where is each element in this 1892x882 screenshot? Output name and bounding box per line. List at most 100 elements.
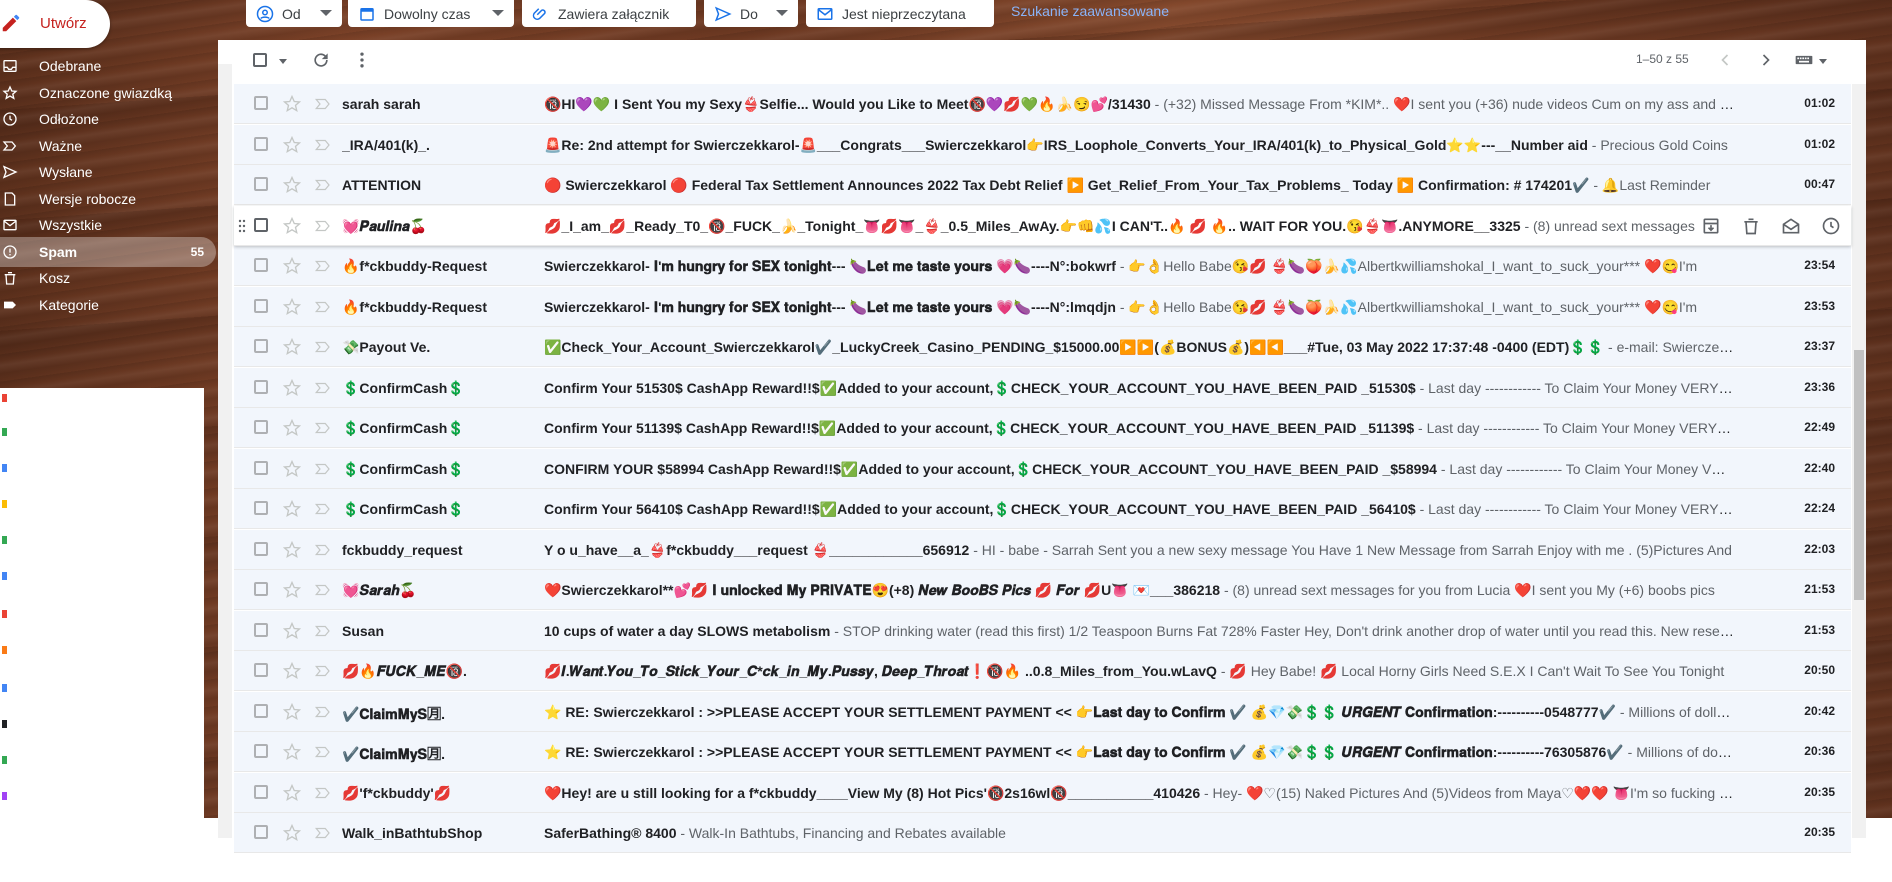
table-row[interactable]: 💓𝑷𝒂𝒖𝒍𝒊𝒏𝒂🍒 💋_I_am_💋_Ready_T0_🔞_FUCK_🍌_Toni… [234,205,1851,246]
table-row[interactable]: ✔️𝐂𝐥𝐚𝐢𝐦𝐌𝐲𝐒🈷. ⭐ RE: Swierczekkarol : >>PLE… [234,691,1851,732]
important-marker-icon[interactable] [314,379,332,397]
important-marker-icon[interactable] [314,176,332,194]
table-row[interactable]: 🔥f*ckbuddy-Request Swierczekkarol- 𝐈'𝐦 𝐡𝐮… [234,246,1851,286]
row-checkbox[interactable] [254,420,268,434]
filter-attachment-chip[interactable]: Zawiera załącznik [522,0,696,27]
sidebar-item-inbox[interactable]: Odebrane [0,51,216,81]
drag-handle-icon[interactable] [238,219,246,233]
table-row[interactable]: sarah sarah 🔞HI💜💚 I Sent You my Sexy👙Self… [234,84,1851,124]
row-checkbox[interactable] [254,744,268,758]
row-checkbox[interactable] [254,217,268,232]
table-row[interactable]: Walk_inBathtubShop SaferBathing® 8400 - W… [234,813,1851,853]
sidebar-item-send[interactable]: Wysłane [0,157,216,187]
filter-unread-chip[interactable]: Jest nieprzeczytana [806,0,994,27]
star-icon[interactable] [282,94,302,114]
important-marker-icon[interactable] [314,784,332,802]
row-checkbox[interactable] [254,96,268,110]
select-menu-chevron-icon[interactable] [279,59,287,64]
star-icon[interactable] [282,175,302,195]
table-row[interactable]: 💸Payout Ve. ✅Check_Your_Account_Swierczek… [234,327,1851,367]
more-vert-icon[interactable] [352,50,372,70]
delete-icon[interactable] [1741,216,1761,236]
important-marker-icon[interactable] [314,257,332,275]
star-icon[interactable] [282,297,302,317]
archive-icon[interactable] [1701,216,1721,236]
row-checkbox[interactable] [254,582,268,596]
row-checkbox[interactable] [254,622,268,637]
important-marker-icon[interactable] [314,824,332,842]
table-row[interactable]: _IRA/401(k)_. 🚨Re: 2nd attempt for Swierc… [234,124,1851,165]
table-row[interactable]: 💓𝑺𝒂𝒓𝒂𝒉🍒 ❤️Swierczekkarol**💕💋 𝐈 𝐮𝐧𝐥𝐨𝐜𝐤𝐞𝐝 𝐌… [234,570,1851,610]
snooze-icon[interactable] [1821,216,1841,236]
table-row[interactable]: 💲ConfirmCash💲 Confirm Your 51139$ CashApp… [234,408,1851,448]
star-icon[interactable] [282,702,302,722]
star-icon[interactable] [282,823,302,843]
star-icon[interactable] [282,499,302,519]
star-icon[interactable] [282,580,302,600]
star-icon[interactable] [282,621,302,641]
row-checkbox[interactable] [254,258,268,272]
important-marker-icon[interactable] [314,338,332,356]
table-row[interactable]: 💋'f*ckbuddy'💋 ❤️Hey! are u still looking … [234,772,1851,813]
important-marker-icon[interactable] [314,703,332,721]
right-scrollbar-thumb[interactable] [1854,350,1864,600]
row-checkbox[interactable] [254,379,268,394]
sidebar-item-trash[interactable]: Kosz [0,263,216,293]
advanced-search-link[interactable]: Szukanie zaawansowane [1011,3,1169,19]
filter-from-chip[interactable]: Od [246,0,342,27]
table-row[interactable]: fckbuddy_request Y o u_have__a_👙f*ckbuddy… [234,529,1851,570]
important-marker-icon[interactable] [314,541,332,559]
sidebar-item-label[interactable]: Kategorie [0,290,216,320]
star-icon[interactable] [282,135,302,155]
important-marker-icon[interactable] [314,95,332,113]
sidebar-item-clock[interactable]: Odłożone [0,104,216,134]
star-icon[interactable] [282,378,302,398]
star-icon[interactable] [282,256,302,276]
chevron-left-icon[interactable] [1715,50,1735,70]
table-row[interactable]: 💲ConfirmCash💲 CONFIRM YOUR $58994 CashApp… [234,448,1851,489]
important-marker-icon[interactable] [314,581,332,599]
important-marker-icon[interactable] [314,460,332,478]
input-tools-chevron-icon[interactable] [1819,59,1827,64]
row-checkbox[interactable] [254,663,268,677]
important-marker-icon[interactable] [314,500,332,518]
filter-time-chip[interactable]: Dowolny czas [348,0,514,27]
star-icon[interactable] [282,459,302,479]
row-checkbox[interactable] [254,339,268,353]
star-icon[interactable] [282,216,302,236]
table-row[interactable]: 🔥f*ckbuddy-Request Swierczekkarol- 𝐈'𝐦 𝐡𝐮… [234,286,1851,327]
table-row[interactable]: 💲ConfirmCash💲 Confirm Your 56410$ CashApp… [234,489,1851,529]
row-checkbox[interactable] [254,784,268,799]
row-checkbox[interactable] [254,703,268,718]
select-all-checkbox[interactable] [253,53,267,67]
row-checkbox[interactable] [254,298,268,313]
star-icon[interactable] [282,418,302,438]
row-checkbox[interactable] [254,541,268,556]
star-icon[interactable] [282,783,302,803]
chevron-right-icon[interactable] [1756,50,1776,70]
refresh-icon[interactable] [311,50,331,70]
row-checkbox[interactable] [254,501,268,515]
table-row[interactable]: 💲ConfirmCash💲 Confirm Your 51530$ CashApp… [234,367,1851,408]
row-checkbox[interactable] [254,825,268,839]
star-icon[interactable] [282,742,302,762]
filter-to-chip[interactable]: Do [704,0,798,27]
table-row[interactable]: ✔️𝐂𝐥𝐚𝐢𝐦𝐌𝐲𝐒🈷. ⭐ RE: Swierczekkarol : >>PLE… [234,732,1851,772]
important-marker-icon[interactable] [314,743,332,761]
sidebar-item-mail[interactable]: Wszystkie [0,210,216,240]
star-icon[interactable] [282,337,302,357]
keyboard-icon[interactable] [1794,50,1814,70]
important-marker-icon[interactable] [314,419,332,437]
table-row[interactable]: Susan 10 cups of water a day SLOWS metabo… [234,610,1851,651]
row-checkbox[interactable] [254,136,268,151]
important-marker-icon[interactable] [314,622,332,640]
star-icon[interactable] [282,540,302,560]
important-marker-icon[interactable] [314,298,332,316]
table-row[interactable]: 💋🔥𝑭𝑼𝑪𝑲_𝑴𝑬🔞. 💋𝑰.𝑾𝒂𝒏𝒕.𝒀𝒐𝒖_𝑻𝒐_𝑺𝒕𝒊𝒄𝒌_𝒀𝒐𝒖𝒓_𝑪*𝒄… [234,651,1851,691]
table-row[interactable]: ATTENTION 🔴 Swierczekkarol 🔴 Federal Tax … [234,165,1851,205]
compose-button[interactable]: Utwórz [0,0,110,48]
important-marker-icon[interactable] [314,217,332,235]
row-checkbox[interactable] [254,460,268,475]
important-marker-icon[interactable] [314,136,332,154]
star-icon[interactable] [282,661,302,681]
